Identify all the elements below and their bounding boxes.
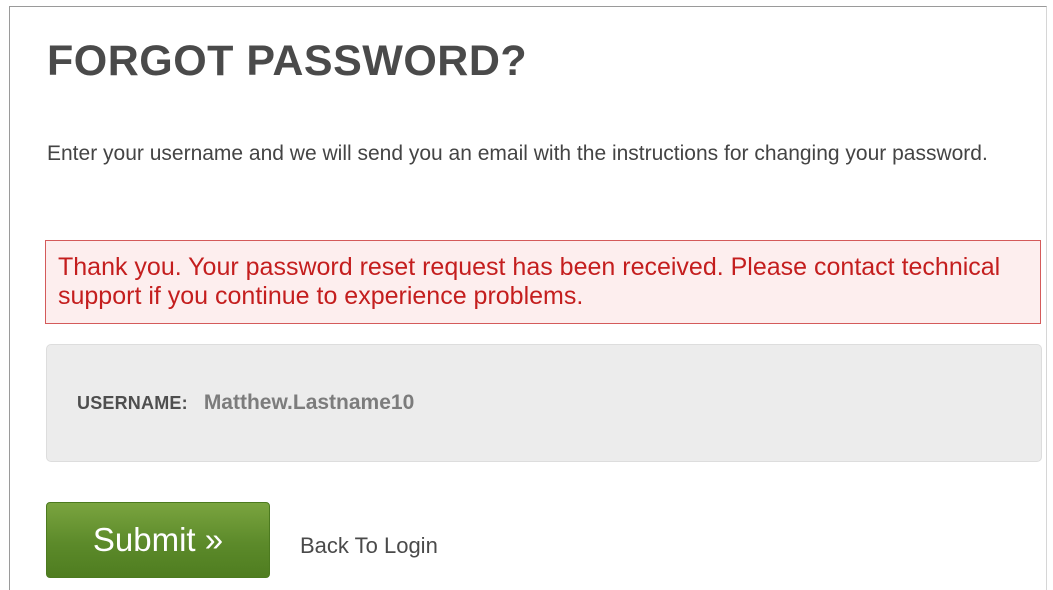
back-to-login-link[interactable]: Back To Login (300, 533, 438, 559)
submit-button[interactable]: Submit » (46, 502, 270, 578)
username-field-group: USERNAME: (46, 344, 1042, 462)
instructions-text: Enter your username and we will send you… (47, 142, 988, 165)
alert-message: Thank you. Your password reset request h… (58, 253, 1001, 310)
username-label: USERNAME: (77, 392, 188, 413)
page-title: FORGOT PASSWORD? (47, 37, 528, 85)
status-alert: Thank you. Your password reset request h… (45, 240, 1041, 324)
username-input[interactable] (203, 387, 944, 419)
